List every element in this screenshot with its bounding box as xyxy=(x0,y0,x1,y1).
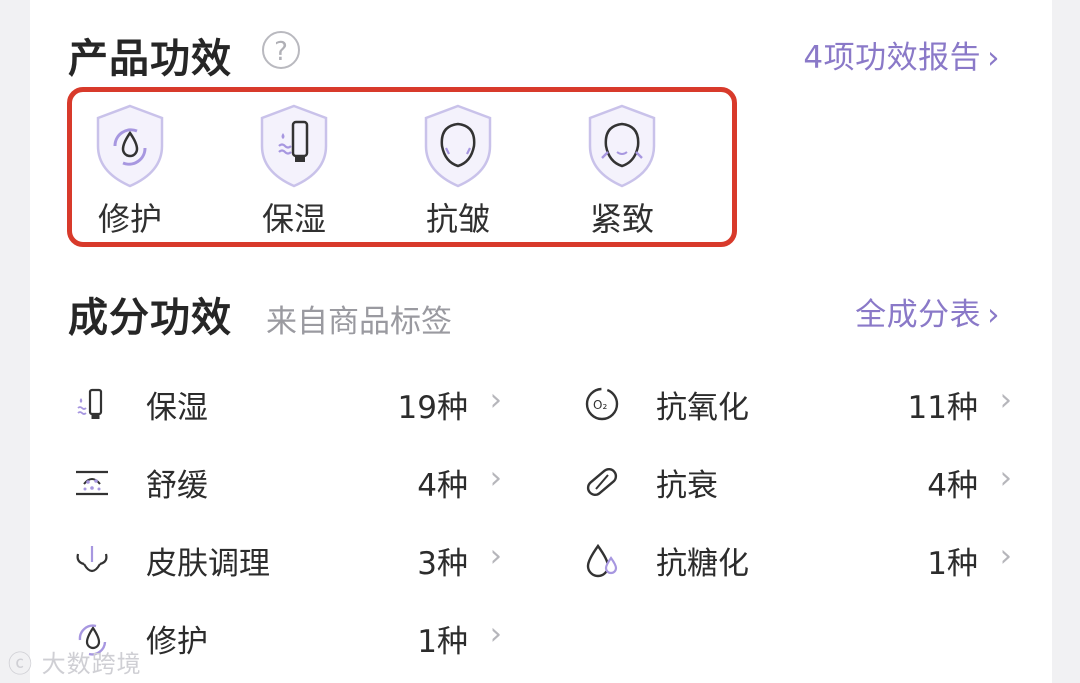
ingredient-count: 3种 xyxy=(417,546,468,582)
chevron-right-icon: › xyxy=(489,616,502,652)
chevron-right-icon: › xyxy=(999,382,1012,418)
ingredient-row-moisture[interactable]: 保湿 19种 › xyxy=(72,380,502,428)
effect-label-anti-wrinkle: 抗皱 xyxy=(425,200,490,238)
effect-label-repair: 修护 xyxy=(97,200,162,238)
effect-item-moisture[interactable]: 保湿 xyxy=(244,100,344,240)
chevron-right-icon: › xyxy=(987,40,1000,76)
ingredient-name: 修护 xyxy=(146,624,208,660)
chevron-right-icon: › xyxy=(987,297,1000,333)
watermark: ⓒ 大数跨境 xyxy=(8,644,142,679)
ingredient-name: 抗氧化 xyxy=(656,390,749,426)
firming-face-shield-icon xyxy=(588,104,656,188)
product-effects-title: 产品功效 xyxy=(68,36,232,82)
full-ingredient-table-link[interactable]: 全成分表 › xyxy=(855,289,1000,334)
chevron-right-icon: › xyxy=(489,382,502,418)
effect-item-firming[interactable]: 紧致 xyxy=(572,100,672,240)
capsule-icon xyxy=(586,468,618,496)
chevron-right-icon: › xyxy=(489,460,502,496)
effect-report-link-label: 4项功效报告 xyxy=(803,40,982,76)
ingredient-name: 抗糖化 xyxy=(656,546,749,582)
chevron-right-icon: › xyxy=(489,538,502,574)
full-ingredient-table-label: 全成分表 xyxy=(855,297,982,333)
svg-text:O₂: O₂ xyxy=(593,398,607,412)
question-circle-icon[interactable]: ? xyxy=(262,31,300,69)
moisture-tube-shield-icon xyxy=(260,104,328,188)
effects-card: 产品功效 ? 4项功效报告 › 修护 保湿 抗皱 紧致 成分功效 来自商品标签 … xyxy=(30,0,1052,683)
chevron-right-icon: › xyxy=(999,460,1012,496)
ingredient-count: 11种 xyxy=(907,390,978,426)
ingredient-name: 舒缓 xyxy=(146,468,208,504)
effect-label-moisture: 保湿 xyxy=(261,200,326,238)
ingredient-row-skin-conditioning[interactable]: 皮肤调理 3种 › xyxy=(72,536,502,584)
effect-item-repair[interactable]: 修护 xyxy=(80,100,180,240)
watermark-text: 大数跨境 xyxy=(41,650,142,678)
ingredient-row-anti-glycation[interactable]: 抗糖化 1种 › xyxy=(582,536,1012,584)
effect-item-anti-wrinkle[interactable]: 抗皱 xyxy=(408,100,508,240)
ingredient-effects-title: 成分功效 xyxy=(68,295,232,341)
face-shield-icon xyxy=(424,104,492,188)
ingredient-row-antioxidant[interactable]: O₂ 抗氧化 11种 › xyxy=(582,380,1012,428)
ingredient-count: 4种 xyxy=(417,468,468,504)
effect-label-firming: 紧致 xyxy=(589,200,654,238)
repair-drop-shield-icon xyxy=(96,104,164,188)
ingredient-effects-subtitle: 来自商品标签 xyxy=(266,304,452,340)
o2-circle-icon: O₂ xyxy=(585,387,619,421)
ingredient-row-anti-aging[interactable]: 抗衰 4种 › xyxy=(582,458,1012,506)
ingredient-name: 抗衰 xyxy=(656,468,718,504)
watermark-logo-icon: ⓒ xyxy=(8,650,33,678)
ingredient-count: 4种 xyxy=(927,468,978,504)
ingredient-count: 1种 xyxy=(417,624,468,660)
drops-icon xyxy=(586,543,618,578)
ingredient-count: 19种 xyxy=(397,390,468,426)
ingredient-name: 皮肤调理 xyxy=(146,546,270,582)
ingredient-name: 保湿 xyxy=(146,390,208,426)
chevron-right-icon: › xyxy=(999,538,1012,574)
effect-report-link[interactable]: 4项功效报告 › xyxy=(803,32,1000,77)
moisture-tube-icon xyxy=(77,388,103,419)
skin-hair-icon xyxy=(76,546,108,573)
ingredient-count: 1种 xyxy=(927,546,978,582)
soothe-dots-icon xyxy=(76,470,108,496)
ingredient-row-soothe[interactable]: 舒缓 4种 › xyxy=(72,458,502,506)
